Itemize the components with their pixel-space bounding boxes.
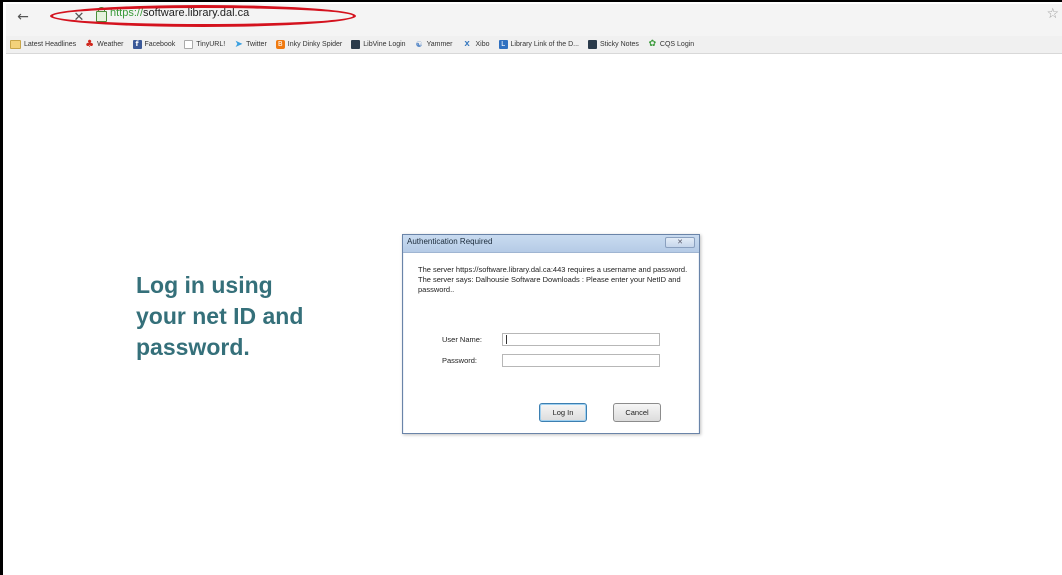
- url-host: software.library.dal.ca: [143, 7, 250, 19]
- bookmarks-bar: Latest Headlines ♣ Weather f Facebook Ti…: [6, 36, 1062, 54]
- bookmark-facebook[interactable]: f Facebook: [132, 40, 176, 49]
- bookmark-label: LibVine Login: [363, 41, 406, 48]
- bookmark-tinyurl[interactable]: TinyURL!: [184, 40, 225, 49]
- password-label: Password:: [442, 356, 478, 365]
- bookmark-library-link[interactable]: L Library Link of the D...: [498, 40, 580, 49]
- log-in-button[interactable]: Log In: [539, 403, 587, 422]
- bookmark-label: Facebook: [144, 41, 176, 48]
- address-bar-url[interactable]: https://software.library.dal.ca: [110, 7, 249, 19]
- stop-icon[interactable]: ✕: [70, 8, 88, 26]
- authentication-dialog: Authentication Required ✕ The server htt…: [402, 234, 700, 434]
- bookmark-sticky-notes[interactable]: Sticky Notes: [588, 40, 639, 49]
- bookmark-label: Twitter: [246, 41, 267, 48]
- address-bar-row: ← ✕ https://software.library.dal.ca ☆: [6, 4, 1062, 36]
- bookmark-label: CQS Login: [659, 41, 695, 48]
- browser-window: ← ✕ https://software.library.dal.ca ☆ La…: [0, 0, 1062, 575]
- twitter-bird-icon: ➤: [234, 39, 243, 50]
- bookmark-label: Sticky Notes: [600, 41, 639, 48]
- dialog-message: The server https://software.library.dal.…: [418, 265, 688, 294]
- login-instruction-text: Log in using your net ID and password.: [136, 272, 304, 360]
- bookmark-label: Xibo: [475, 41, 490, 48]
- bookmark-yammer[interactable]: ☯ Yammer: [415, 40, 453, 49]
- bookmark-label: Yammer: [426, 41, 453, 48]
- facebook-icon: f: [132, 40, 142, 49]
- bookmark-inky-dinky-spider[interactable]: B Inky Dinky Spider: [275, 40, 343, 49]
- bookmark-star-icon[interactable]: ☆: [1046, 6, 1059, 22]
- blogger-icon: B: [275, 40, 285, 49]
- bookmark-label: Latest Headlines: [24, 41, 77, 48]
- bookmark-label: Library Link of the D...: [510, 41, 580, 48]
- square-icon: [351, 40, 361, 49]
- lock-icon: [96, 7, 107, 22]
- bookmark-weather[interactable]: ♣ Weather: [85, 39, 124, 50]
- cancel-button[interactable]: Cancel: [613, 403, 661, 422]
- maple-leaf-icon: ♣: [85, 39, 95, 50]
- page-icon: [184, 40, 194, 49]
- square-icon: [588, 40, 598, 49]
- password-field[interactable]: [502, 354, 660, 367]
- url-scheme: https://: [110, 7, 144, 19]
- username-label: User Name:: [442, 335, 483, 344]
- bookmark-cqs-login[interactable]: ✿ CQS Login: [648, 39, 695, 49]
- library-icon: L: [498, 40, 508, 49]
- bookmark-xibo[interactable]: X Xibo: [462, 40, 490, 49]
- bookmark-latest-headlines[interactable]: Latest Headlines: [10, 40, 76, 49]
- bookmark-label: Weather: [97, 41, 124, 48]
- bookmark-label: TinyURL!: [196, 41, 226, 48]
- close-icon[interactable]: ✕: [665, 237, 695, 248]
- text-cursor: [506, 335, 507, 344]
- bookmark-libvine-login[interactable]: LibVine Login: [351, 40, 406, 49]
- bookmark-label: Inky Dinky Spider: [287, 41, 343, 48]
- yammer-icon: ☯: [415, 40, 423, 49]
- back-arrow-icon[interactable]: ←: [14, 8, 32, 26]
- xibo-icon: X: [464, 40, 470, 48]
- cq-icon: ✿: [648, 39, 657, 49]
- username-field[interactable]: [502, 333, 660, 346]
- dialog-titlebar[interactable]: Authentication Required ✕: [403, 235, 699, 253]
- dialog-body: The server https://software.library.dal.…: [404, 253, 698, 433]
- folder-icon: [10, 40, 21, 49]
- bookmark-twitter[interactable]: ➤ Twitter: [234, 39, 267, 50]
- dialog-title: Authentication Required: [407, 237, 493, 246]
